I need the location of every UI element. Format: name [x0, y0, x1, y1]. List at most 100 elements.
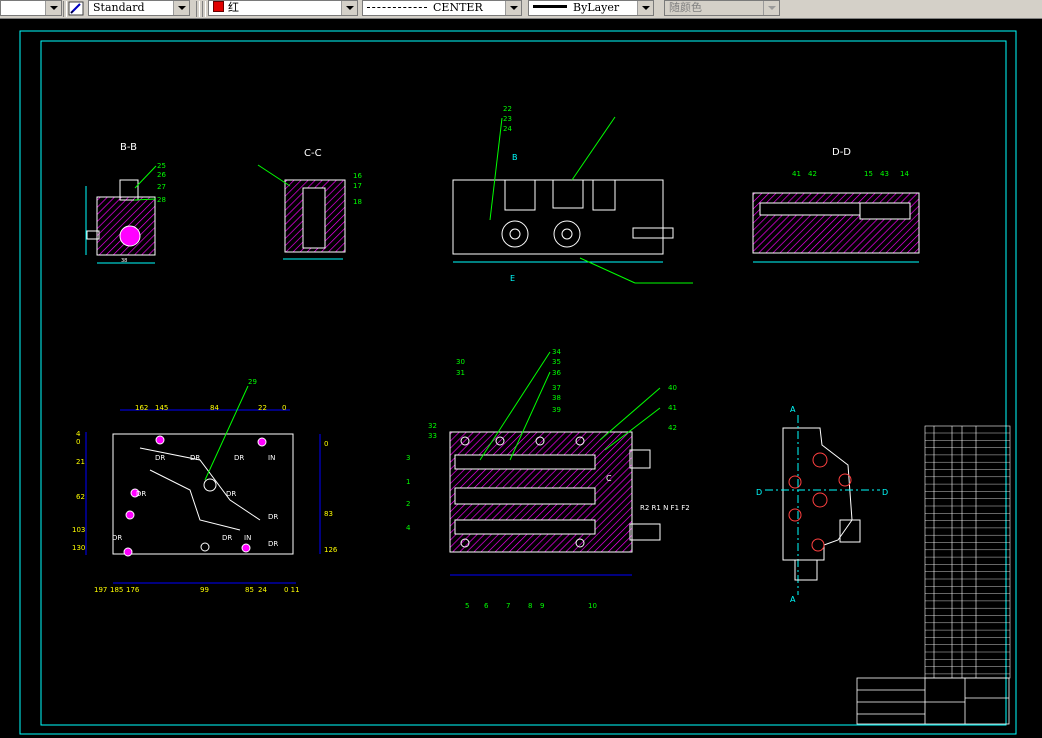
properties-toolbar: Standard 红 CENTER ByLayer 随颜色 [0, 0, 1042, 19]
parts-list-rows [925, 432, 1010, 675]
sheet-outer-border [19, 30, 1017, 735]
text-style-dropdown[interactable]: Standard [88, 0, 190, 16]
svg-text:22: 22 [503, 105, 512, 113]
svg-text:8: 8 [528, 602, 532, 610]
svg-text:30: 30 [456, 358, 465, 366]
svg-text:38: 38 [121, 258, 127, 264]
svg-text:16: 16 [353, 172, 362, 180]
chevron-down-icon[interactable] [637, 1, 653, 15]
svg-text:83: 83 [324, 510, 333, 518]
color-dropdown[interactable]: 红 [208, 0, 358, 16]
center-linetype-icon [367, 7, 427, 8]
text-style-value: Standard [93, 1, 145, 14]
svg-text:35: 35 [552, 358, 561, 366]
svg-text:37: 37 [552, 384, 561, 392]
section-view-dd[interactable]: D-D 41 42 15 43 14 [752, 147, 920, 263]
svg-text:162: 162 [135, 404, 148, 412]
svg-text:17: 17 [353, 182, 362, 190]
svg-text:29: 29 [248, 378, 257, 386]
svg-text:1: 1 [406, 478, 410, 486]
svg-text:9: 9 [540, 602, 544, 610]
section-view-bb[interactable]: B-B 38 25 26 27 28 [85, 142, 166, 264]
drawing-canvas[interactable]: B-B 38 25 26 27 28 C-C 16 17 18 B E 22 2… [0, 19, 1042, 738]
svg-text:0: 0 [76, 438, 80, 446]
chevron-down-icon[interactable] [173, 1, 189, 15]
svg-text:22: 22 [258, 404, 267, 412]
lineweight-icon [533, 5, 567, 8]
svg-text:40: 40 [668, 384, 677, 392]
svg-text:24: 24 [503, 125, 512, 133]
chevron-down-icon[interactable] [45, 1, 61, 15]
chevron-down-icon[interactable] [341, 1, 357, 15]
svg-text:A: A [790, 595, 796, 604]
svg-text:126: 126 [324, 546, 338, 554]
linetype-dropdown[interactable]: CENTER [362, 0, 522, 16]
svg-text:42: 42 [668, 424, 677, 432]
svg-text:3: 3 [406, 454, 410, 462]
svg-text:28: 28 [157, 196, 166, 204]
section-mark-e: E [510, 274, 515, 283]
view-label-bb: B-B [120, 142, 137, 153]
toolbar-separator [196, 1, 200, 17]
lineweight-dropdown[interactable]: ByLayer [528, 0, 654, 16]
svg-text:0: 0 [282, 404, 286, 412]
section-mark-c: C [606, 474, 612, 483]
svg-text:14: 14 [900, 170, 909, 178]
svg-text:41: 41 [792, 170, 801, 178]
color-swatch-icon [213, 1, 224, 12]
section-view-cc[interactable]: C-C 16 17 18 [257, 148, 362, 260]
sheet-inner-border [40, 40, 1007, 726]
svg-text:D: D [882, 488, 888, 497]
chevron-down-icon [763, 1, 779, 15]
svg-text:A: A [790, 405, 796, 414]
text-style-icon[interactable] [68, 1, 84, 16]
port-layout-view[interactable]: 4 0 21 62 103 130 162 145 84 22 0 197 18… [72, 378, 338, 594]
svg-text:130: 130 [72, 544, 85, 552]
svg-text:32: 32 [428, 422, 437, 430]
svg-text:5: 5 [465, 602, 469, 610]
side-view-aa[interactable]: A A D D [756, 405, 888, 604]
front-view[interactable]: B E 22 23 24 [452, 105, 693, 284]
toolbar-separator [63, 1, 67, 17]
parts-list-table [924, 425, 1011, 679]
view-label-cc: C-C [304, 148, 322, 159]
svg-text:15: 15 [864, 170, 873, 178]
svg-text:33: 33 [428, 432, 437, 440]
svg-text:21: 21 [76, 458, 85, 466]
svg-text:DR: DR [112, 534, 122, 542]
svg-text:D: D [756, 488, 762, 497]
svg-text:0: 0 [324, 440, 328, 448]
svg-text:197: 197 [94, 586, 107, 594]
view-label-dd: D-D [832, 147, 851, 158]
svg-text:DR: DR [268, 513, 278, 521]
svg-text:38: 38 [552, 394, 561, 402]
svg-text:18: 18 [353, 198, 362, 206]
svg-text:2: 2 [406, 500, 410, 508]
svg-text:4: 4 [406, 524, 411, 532]
svg-text:145: 145 [155, 404, 168, 412]
plotstyle-value: 随颜色 [669, 1, 702, 14]
svg-text:27: 27 [157, 183, 166, 191]
svg-text:85: 85 [245, 586, 254, 594]
svg-text:31: 31 [456, 369, 465, 377]
main-section-view[interactable]: C R2 R1 N F1 F2 30 31 34 35 36 37 38 39 … [406, 348, 690, 610]
chevron-down-icon[interactable] [505, 1, 521, 15]
svg-text:4: 4 [76, 430, 81, 438]
svg-text:DR: DR [190, 454, 200, 462]
svg-text:41: 41 [668, 404, 677, 412]
layer-dropdown[interactable] [0, 0, 62, 16]
svg-text:43: 43 [880, 170, 889, 178]
svg-text:103: 103 [72, 526, 85, 534]
svg-text:39: 39 [552, 406, 561, 414]
svg-text:DR: DR [222, 534, 232, 542]
svg-text:34: 34 [552, 348, 561, 356]
svg-text:25: 25 [157, 162, 166, 170]
svg-text:DR: DR [234, 454, 244, 462]
svg-text:84: 84 [210, 404, 219, 412]
toolbar-separator [202, 1, 206, 17]
svg-text:IN: IN [244, 534, 251, 542]
section-mark-b: B [512, 153, 518, 162]
svg-text:0 11: 0 11 [284, 586, 300, 594]
svg-text:185: 185 [110, 586, 123, 594]
svg-text:6: 6 [484, 602, 489, 610]
